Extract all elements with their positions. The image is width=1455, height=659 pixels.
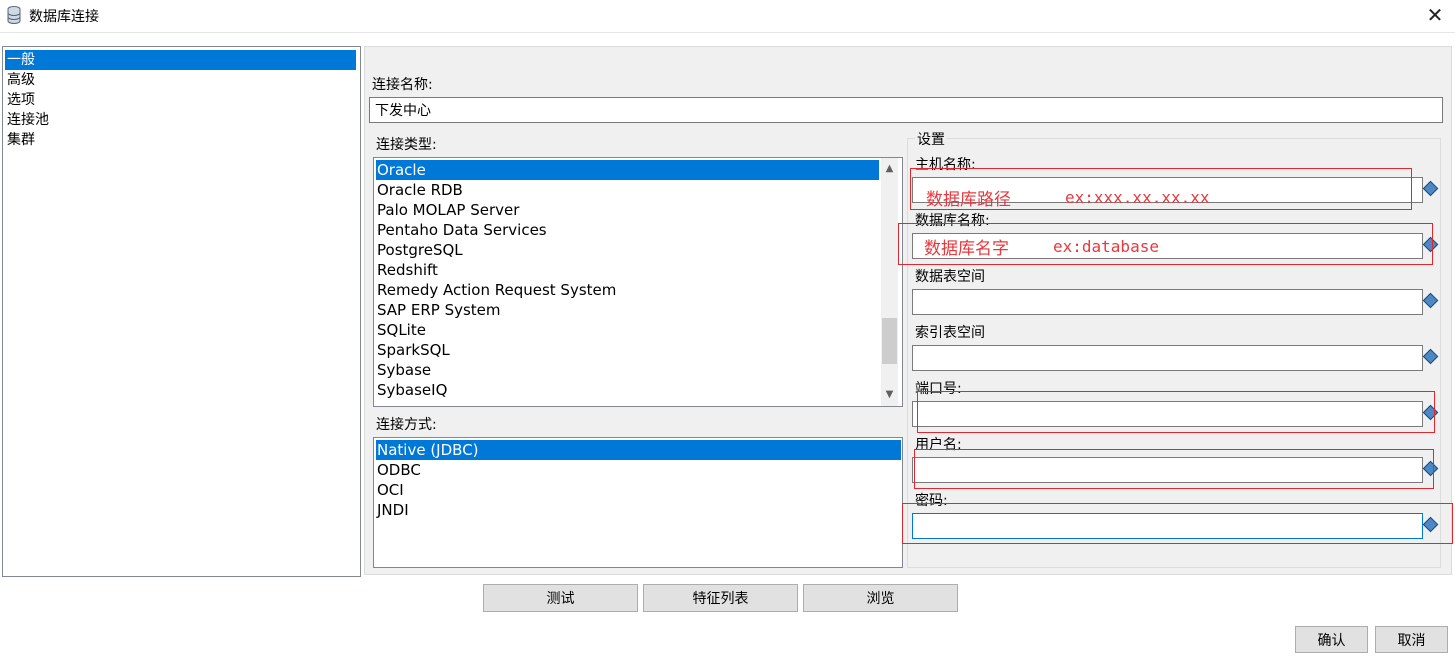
- connection-type-list[interactable]: Oracle Oracle RDB Palo MOLAP Server Pent…: [373, 157, 903, 407]
- index-tablespace-input[interactable]: [912, 345, 1423, 371]
- list-item[interactable]: Pentaho Data Services: [376, 220, 547, 240]
- database-icon: [7, 6, 21, 24]
- access-method-list[interactable]: Native (JDBC) ODBC OCI JNDI: [373, 437, 903, 568]
- nav-item-options[interactable]: 选项: [5, 90, 356, 110]
- nav-item-advanced[interactable]: 高级: [5, 70, 356, 90]
- list-item[interactable]: SAP ERP System: [376, 300, 501, 320]
- connection-type-label: 连接类型:: [376, 137, 437, 153]
- nav-list: 一般 高级 选项 连接池 集群: [2, 46, 361, 577]
- host-hint: 数据库路径: [926, 190, 1011, 210]
- tablespace-label: 数据表空间: [915, 269, 985, 285]
- list-item[interactable]: SQLite: [376, 320, 426, 340]
- connection-name-input[interactable]: 下发中心: [369, 97, 1443, 123]
- list-item[interactable]: OCI: [376, 480, 404, 500]
- list-item[interactable]: Sybase: [376, 360, 431, 380]
- scroll-down-icon[interactable]: ▼: [881, 386, 898, 403]
- database-hint: 数据库名字: [924, 239, 1009, 259]
- annotation-box: [914, 449, 1434, 489]
- host-example: ex:xxx.xx.xx.xx: [1065, 188, 1210, 207]
- list-item[interactable]: PostgreSQL: [376, 240, 463, 260]
- scrollbar-thumb[interactable]: [882, 318, 897, 364]
- index-tablespace-label: 索引表空间: [915, 325, 985, 341]
- tablespace-input[interactable]: [912, 289, 1423, 315]
- list-item[interactable]: Redshift: [376, 260, 438, 280]
- title-bar: [0, 0, 1455, 33]
- list-item[interactable]: Palo MOLAP Server: [376, 200, 519, 220]
- nav-item-cluster[interactable]: 集群: [5, 130, 356, 150]
- annotation-box: [902, 503, 1453, 544]
- settings-title: 设置: [915, 129, 947, 149]
- list-item[interactable]: JNDI: [376, 500, 409, 520]
- nav-item-general[interactable]: 一般: [5, 50, 356, 70]
- list-item-native-jdbc[interactable]: Native (JDBC): [376, 440, 901, 460]
- connection-type-scrollbar[interactable]: ▲ ▼: [881, 158, 898, 406]
- close-icon[interactable]: ✕: [1420, 2, 1450, 28]
- list-item[interactable]: ODBC: [376, 460, 421, 480]
- feature-list-button[interactable]: 特征列表: [643, 584, 798, 612]
- list-item[interactable]: Remedy Action Request System: [376, 280, 616, 300]
- list-item[interactable]: SybaseIQ: [376, 380, 447, 400]
- scroll-up-icon[interactable]: ▲: [881, 160, 898, 177]
- list-item[interactable]: Oracle RDB: [376, 180, 463, 200]
- window-title: 数据库连接: [29, 9, 99, 25]
- explore-button[interactable]: 浏览: [803, 584, 958, 612]
- list-item-oracle[interactable]: Oracle: [376, 160, 879, 180]
- database-example: ex:database: [1053, 237, 1159, 256]
- connection-name-label: 连接名称:: [372, 77, 433, 93]
- test-button[interactable]: 测试: [483, 584, 638, 612]
- annotation-box: [917, 391, 1435, 433]
- cancel-button[interactable]: 取消: [1375, 626, 1448, 653]
- list-item[interactable]: SparkSQL: [376, 340, 450, 360]
- nav-item-pooling[interactable]: 连接池: [5, 110, 356, 130]
- ok-button[interactable]: 确认: [1295, 626, 1368, 653]
- access-method-label: 连接方式:: [376, 417, 437, 433]
